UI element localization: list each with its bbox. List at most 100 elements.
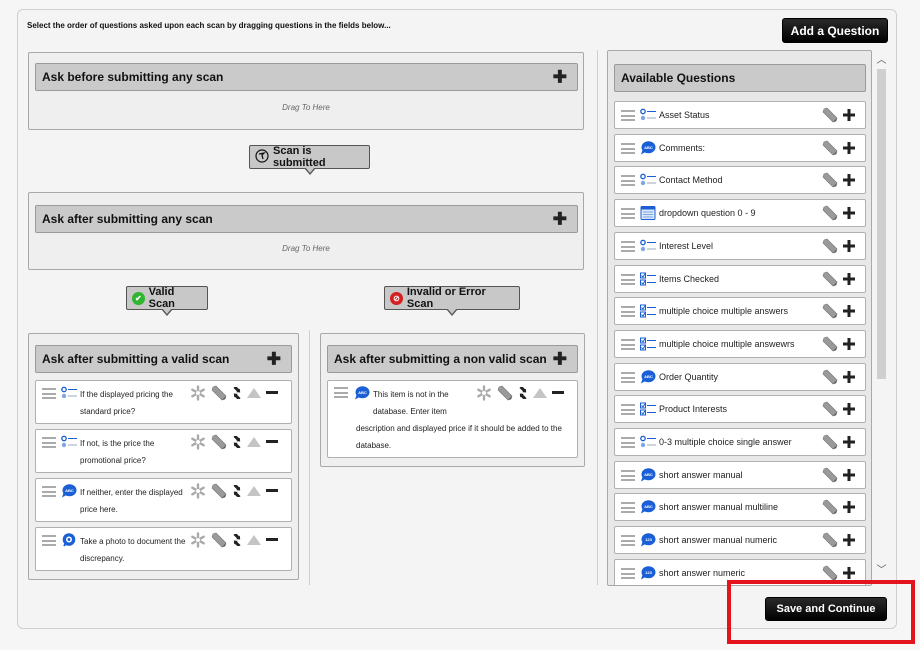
drag-handle-icon[interactable] (621, 273, 635, 285)
add-plus-icon[interactable] (843, 566, 855, 579)
add-plus-icon[interactable] (843, 370, 855, 383)
drag-handle-icon[interactable] (621, 404, 635, 416)
required-icon[interactable] (476, 385, 492, 401)
edit-pencil-icon[interactable] (822, 336, 838, 352)
add-question-button[interactable]: Add a Question (782, 18, 888, 43)
remove-minus-icon[interactable] (266, 538, 278, 542)
required-icon[interactable] (190, 483, 206, 499)
edit-pencil-icon[interactable] (822, 434, 838, 450)
available-question[interactable]: Asset Status (614, 101, 866, 129)
add-plus-icon[interactable] (843, 305, 855, 318)
drag-handle-icon[interactable] (334, 387, 348, 398)
assigned-question[interactable]: If the displayed pricing the standard pr… (35, 380, 292, 424)
drag-handle-icon[interactable] (621, 371, 635, 383)
remove-minus-icon[interactable] (266, 391, 278, 395)
add-plus-icon[interactable] (843, 141, 855, 154)
add-plus-icon[interactable] (843, 501, 855, 514)
available-question[interactable]: dropdown question 0 - 9 (614, 199, 866, 228)
available-question[interactable]: ABC Order Quantity (614, 362, 866, 391)
add-icon[interactable]: ✚ (553, 69, 567, 86)
move-up-icon[interactable] (247, 437, 261, 447)
edit-pencil-icon[interactable] (822, 140, 838, 156)
add-plus-icon[interactable] (843, 272, 855, 285)
edit-pencil-icon[interactable] (822, 499, 838, 515)
drag-handle-icon[interactable] (621, 437, 635, 448)
available-question[interactable]: Interest Level (614, 231, 866, 260)
add-icon[interactable]: ✚ (553, 211, 567, 228)
drag-handle-icon[interactable] (621, 142, 635, 154)
move-up-icon[interactable] (247, 535, 261, 545)
add-plus-icon[interactable] (843, 207, 855, 220)
edit-pencil-icon[interactable] (822, 532, 838, 548)
drag-handle-icon[interactable] (621, 535, 635, 547)
edit-pencil-icon[interactable] (822, 107, 838, 123)
remove-minus-icon[interactable] (552, 391, 564, 395)
drag-handle-icon[interactable] (621, 469, 635, 481)
scroll-thumb[interactable] (877, 69, 886, 379)
move-up-icon[interactable] (247, 388, 261, 398)
branch-arrows-icon[interactable] (232, 534, 242, 546)
add-plus-icon[interactable] (843, 534, 855, 547)
edit-pencil-icon[interactable] (822, 369, 838, 385)
available-question[interactable]: ABC short answer manual (614, 460, 866, 489)
required-icon[interactable] (190, 434, 206, 450)
drag-handle-icon[interactable] (621, 306, 635, 318)
add-plus-icon[interactable] (843, 436, 855, 448)
available-scrollbar[interactable]: ︿ ﹀ (873, 52, 890, 580)
branch-arrows-icon[interactable] (232, 485, 242, 497)
edit-pencil-icon[interactable] (211, 532, 227, 548)
edit-pencil-icon[interactable] (822, 303, 838, 319)
assigned-question[interactable]: ABC This item is not in the database. Ent… (327, 380, 578, 458)
move-up-icon[interactable] (533, 388, 547, 398)
edit-pencil-icon[interactable] (822, 271, 838, 287)
drag-handle-icon[interactable] (42, 388, 56, 399)
edit-pencil-icon[interactable] (822, 565, 838, 581)
edit-pencil-icon[interactable] (822, 401, 838, 417)
available-question[interactable]: Product Interests (614, 395, 866, 424)
edit-pencil-icon[interactable] (822, 238, 838, 254)
branch-arrows-icon[interactable] (232, 387, 242, 399)
dropzone-before-any-scan[interactable]: Ask before submitting any scan ✚ Drag To… (28, 52, 584, 130)
required-icon[interactable] (190, 385, 206, 401)
drag-handle-icon[interactable] (42, 535, 56, 546)
drag-handle-icon[interactable] (621, 175, 635, 187)
drag-handle-icon[interactable] (621, 502, 635, 514)
assigned-question[interactable]: If not, is the price the promotional pri… (35, 429, 292, 473)
add-plus-icon[interactable] (843, 174, 855, 187)
drag-handle-icon[interactable] (42, 437, 56, 448)
drag-handle-icon[interactable] (621, 338, 635, 350)
edit-pencil-icon[interactable] (211, 385, 227, 401)
remove-minus-icon[interactable] (266, 489, 278, 493)
add-plus-icon[interactable] (843, 337, 855, 350)
add-plus-icon[interactable] (843, 468, 855, 481)
available-question[interactable]: ABC short answer manual multiline (614, 493, 866, 522)
edit-pencil-icon[interactable] (497, 385, 513, 401)
drag-handle-icon[interactable] (42, 486, 56, 497)
remove-minus-icon[interactable] (266, 440, 278, 444)
available-question[interactable]: 123 short answer manual numeric (614, 526, 866, 555)
branch-arrows-icon[interactable] (518, 387, 528, 399)
drag-handle-icon[interactable] (621, 567, 635, 579)
available-question[interactable]: 0-3 multiple choice single answer (614, 428, 866, 456)
available-question[interactable]: multiple choice multiple answewrs (614, 329, 866, 358)
available-question[interactable]: ABC Comments: (614, 133, 866, 162)
drag-handle-icon[interactable] (621, 110, 635, 121)
drag-handle-icon[interactable] (621, 240, 635, 252)
add-plus-icon[interactable] (843, 403, 855, 416)
assigned-question[interactable]: Take a photo to document the discrepancy… (35, 527, 292, 571)
edit-pencil-icon[interactable] (211, 483, 227, 499)
edit-pencil-icon[interactable] (822, 467, 838, 483)
add-plus-icon[interactable] (843, 239, 855, 252)
available-question[interactable]: multiple choice multiple answers (614, 297, 866, 326)
required-icon[interactable] (190, 532, 206, 548)
scroll-down-icon[interactable]: ﹀ (873, 564, 890, 578)
edit-pencil-icon[interactable] (822, 205, 838, 221)
assigned-question[interactable]: ABC If neither, enter the displayed price… (35, 478, 292, 522)
edit-pencil-icon[interactable] (822, 172, 838, 188)
save-and-continue-button[interactable]: Save and Continue (765, 597, 887, 621)
edit-pencil-icon[interactable] (211, 434, 227, 450)
add-plus-icon[interactable] (843, 109, 855, 121)
available-question[interactable]: Items Checked (614, 264, 866, 293)
dropzone-after-any-scan[interactable]: Ask after submitting any scan ✚ Drag To … (28, 192, 584, 270)
drag-handle-icon[interactable] (621, 208, 635, 220)
